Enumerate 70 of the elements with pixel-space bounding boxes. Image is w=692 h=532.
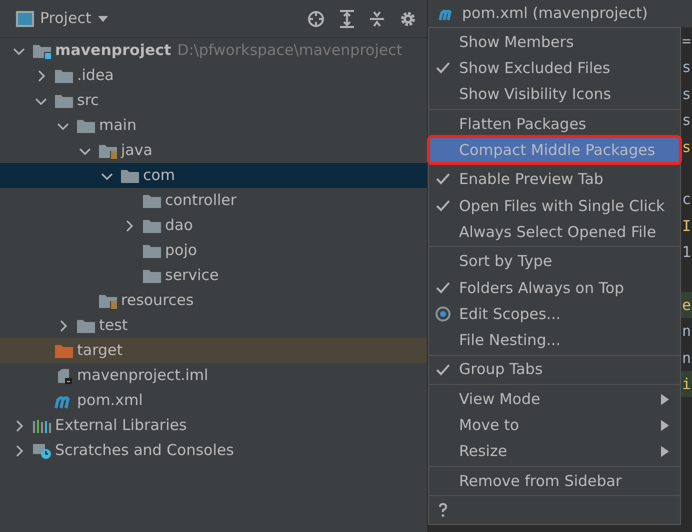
menu-item[interactable]: Show Members xyxy=(429,29,680,56)
module-folder-icon xyxy=(32,42,52,58)
folder-icon xyxy=(142,242,162,258)
window-icon xyxy=(16,10,34,26)
tree-item[interactable]: pojo xyxy=(0,238,427,263)
menu-item[interactable]: Show Excluded Files xyxy=(429,55,680,82)
tree-item[interactable]: Scratches and Consoles xyxy=(0,438,427,463)
code-line: c xyxy=(681,189,692,210)
root-folder-icon xyxy=(98,292,118,308)
tree-item[interactable]: com xyxy=(0,163,427,188)
collapse-all-icon[interactable] xyxy=(369,10,385,28)
code-line: n xyxy=(681,348,692,369)
code-line: n xyxy=(681,321,692,342)
menu-item[interactable]: Flatten Packages xyxy=(429,110,680,138)
menu-item[interactable]: Sort by Type xyxy=(429,248,680,275)
menu-item[interactable]: Enable Preview Tab xyxy=(429,166,680,193)
menu-item[interactable]: View Mode xyxy=(429,386,680,412)
submenu-arrow-icon xyxy=(660,446,670,458)
submenu-arrow-icon xyxy=(660,394,670,405)
radio-icon xyxy=(435,306,451,322)
menu-item[interactable]: Always Select Opened File xyxy=(429,219,680,246)
menu-item[interactable]: Remove from Sidebar xyxy=(429,468,680,494)
folder-icon xyxy=(54,68,74,84)
code-line: = xyxy=(681,30,692,52)
code-line: s xyxy=(681,57,692,78)
root-folder-icon xyxy=(98,142,118,158)
menu-item[interactable]: File Nesting... xyxy=(429,327,680,354)
code-line: I xyxy=(681,216,692,237)
folder-icon xyxy=(54,342,74,358)
panel-title[interactable]: Project xyxy=(40,7,92,30)
tree-item[interactable]: mavenproject.iml xyxy=(0,363,427,388)
folder-icon xyxy=(76,318,96,334)
tree-item[interactable]: pom.xml xyxy=(0,388,427,413)
menu-item[interactable]: Edit Scopes... xyxy=(429,300,680,328)
menu-item[interactable]: Group Tabs xyxy=(429,356,680,383)
code-line: s xyxy=(681,84,692,105)
menu-item[interactable]: Folders Always on Top xyxy=(429,274,680,301)
tree-item[interactable]: .idea xyxy=(0,63,427,88)
dropdown-icon[interactable] xyxy=(97,14,110,22)
tree-item[interactable]: service xyxy=(0,263,427,288)
code-line: s xyxy=(681,110,692,132)
menu-item[interactable]: Open Files with Single Click xyxy=(429,192,680,220)
folder-icon xyxy=(142,268,162,284)
menu-item[interactable]: Move to xyxy=(429,412,680,438)
menu-item[interactable]: Resize xyxy=(429,438,680,465)
folder-icon xyxy=(54,92,74,108)
tree-item[interactable]: mavenproject D:\pfworkspace\mavenproject xyxy=(0,38,427,63)
tree-item[interactable]: target xyxy=(0,338,427,363)
tree-item[interactable]: src xyxy=(0,88,427,113)
tree-item[interactable]: main xyxy=(0,113,427,138)
libraries-icon xyxy=(32,418,52,434)
editor-tab[interactable]: pom.xml (mavenproject) xyxy=(428,0,692,28)
settings-icon[interactable] xyxy=(399,10,417,28)
tree-item[interactable]: External Libraries xyxy=(0,413,427,438)
folder-icon xyxy=(142,218,162,234)
code-line: 1 xyxy=(681,242,692,264)
folder-icon xyxy=(76,118,96,134)
scratches-icon xyxy=(32,442,52,458)
expand-all-icon[interactable] xyxy=(339,10,355,28)
folder-icon xyxy=(120,168,140,184)
submenu-arrow-icon xyxy=(660,420,670,432)
folder-icon xyxy=(142,192,162,208)
tree-item[interactable]: test xyxy=(0,313,427,338)
tree-item[interactable]: dao xyxy=(0,213,427,238)
code-line: s xyxy=(681,136,692,158)
tree-item[interactable]: resources xyxy=(0,288,427,313)
tree-item[interactable]: java xyxy=(0,138,427,163)
locate-icon[interactable] xyxy=(307,10,325,28)
menu-item[interactable]: Show Visibility Icons xyxy=(429,82,680,108)
tree-item[interactable]: controller xyxy=(0,188,427,213)
